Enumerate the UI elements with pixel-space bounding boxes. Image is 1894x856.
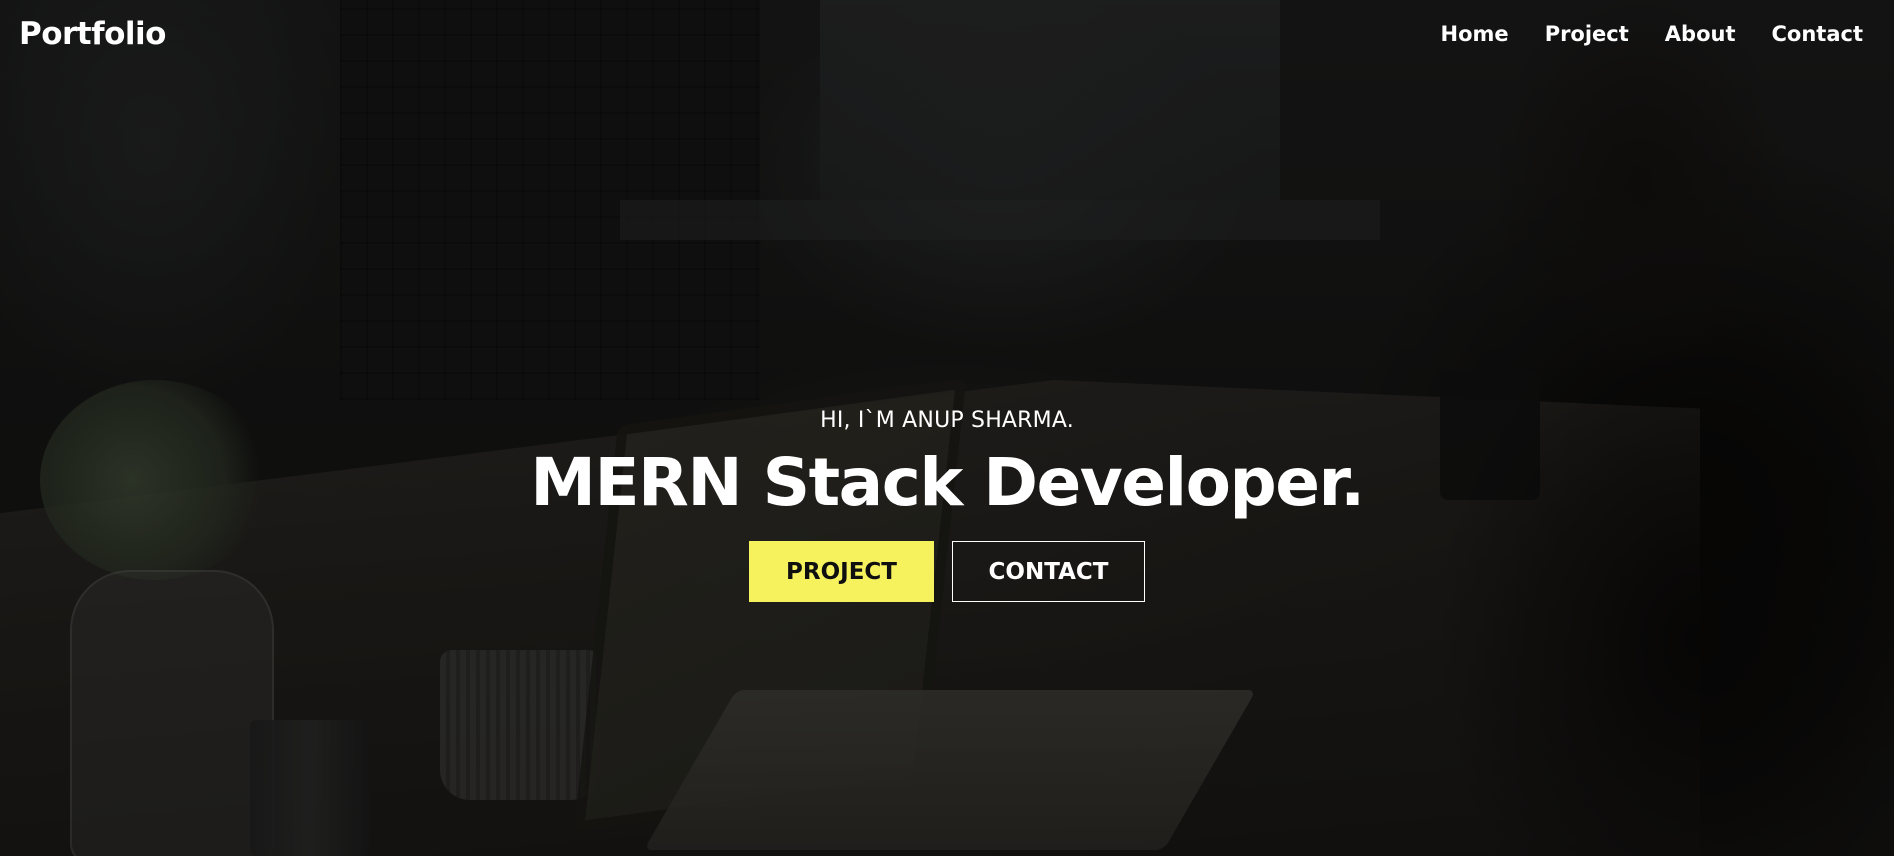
site-logo[interactable]: Portfolio xyxy=(19,16,166,52)
nav-link-contact[interactable]: Contact xyxy=(1772,22,1864,46)
navbar: Portfolio Home Project About Contact xyxy=(0,0,1894,74)
nav-item-home: Home xyxy=(1441,22,1509,46)
hero-cta-buttons: PROJECT CONTACT xyxy=(0,541,1894,602)
nav-item-project: Project xyxy=(1545,22,1629,46)
hero-headline: MERN Stack Developer. xyxy=(530,444,1365,521)
nav-links: Home Project About Contact xyxy=(1441,22,1863,46)
nav-link-project[interactable]: Project xyxy=(1545,22,1629,46)
nav-item-contact: Contact xyxy=(1772,22,1864,46)
contact-button[interactable]: CONTACT xyxy=(952,541,1145,602)
hero-section: Portfolio Home Project About Contact HI,… xyxy=(0,0,1894,856)
nav-link-about[interactable]: About xyxy=(1665,22,1736,46)
nav-item-about: About xyxy=(1665,22,1736,46)
project-button[interactable]: PROJECT xyxy=(749,541,934,602)
nav-link-home[interactable]: Home xyxy=(1441,22,1509,46)
hero-greeting: HI, I`M ANUP SHARMA. xyxy=(820,408,1074,433)
hero-content: HI, I`M ANUP SHARMA. MERN Stack Develope… xyxy=(0,408,1894,602)
